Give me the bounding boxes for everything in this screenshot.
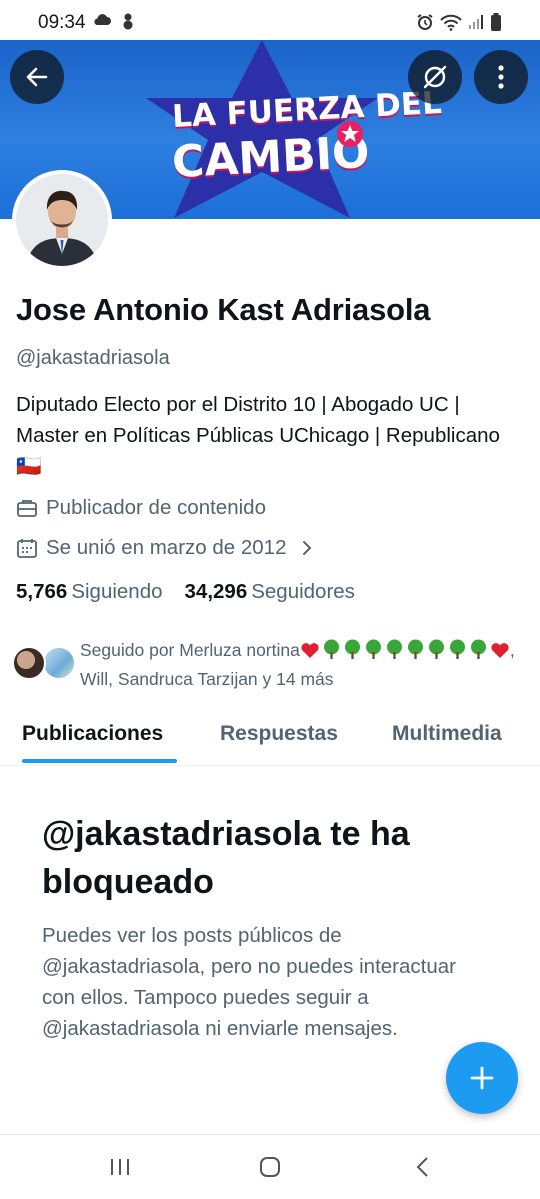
status-left-icons [92, 12, 136, 30]
active-tab-indicator [22, 759, 177, 763]
followed-by-text: Seguido por Merluza nortina, Will, Sandr… [80, 636, 532, 694]
alarm-icon [417, 14, 433, 30]
status-time: 09:34 [38, 12, 86, 33]
system-nav-bar [0, 1134, 540, 1199]
briefcase-icon [17, 500, 37, 517]
plus-icon [470, 1066, 494, 1090]
followers-label: Seguidores [251, 580, 355, 603]
avatar-photo [16, 174, 108, 266]
tree-icon [470, 639, 486, 659]
following-link[interactable]: 5,766 Siguiendo [16, 580, 163, 603]
following-label: Siguiendo [71, 580, 163, 603]
back-nav-icon[interactable] [412, 1155, 436, 1179]
followed-by-prefix: Seguido por Merluza nortina [80, 640, 300, 660]
blocked-title: @jakastadriasola te ha bloqueado [42, 815, 410, 901]
back-button[interactable] [10, 50, 64, 104]
tree-icon [407, 639, 423, 659]
profile-avatar[interactable] [12, 170, 112, 270]
tab-respuestas[interactable]: Respuestas [220, 722, 338, 746]
follower-avatar [42, 646, 76, 680]
more-options-button[interactable] [474, 50, 528, 104]
followers-link[interactable]: 34,296 Seguidores [185, 580, 355, 603]
blocked-description: Puedes ver los posts públicos de @jakast… [42, 924, 456, 1040]
profile-name: Jose Antonio Kast Adriasola [16, 292, 431, 327]
arrow-left-icon [26, 67, 48, 87]
tree-icon [365, 639, 381, 659]
profile-category-row: Publicador de contenido [16, 496, 266, 520]
signal-icon [469, 15, 483, 29]
battery-icon [491, 13, 501, 31]
calendar-icon [17, 539, 37, 558]
followers-count: 34,296 [184, 580, 248, 603]
status-right-icons [416, 13, 502, 31]
tree-icon [344, 639, 360, 659]
snowman-icon [123, 13, 133, 30]
follower-avatar [12, 646, 46, 680]
status-bar: 09:34 [0, 0, 540, 40]
tree-icon [323, 639, 339, 659]
tree-icon [428, 639, 444, 659]
compose-button[interactable] [446, 1042, 518, 1114]
cloud-icon [94, 14, 111, 25]
person-photo-icon [16, 174, 108, 266]
profile-handle: @jakastadriasola [16, 347, 170, 369]
tree-icon [386, 639, 402, 659]
wifi-icon [440, 14, 462, 31]
profile-tabs: Publicaciones Respuestas Multimedia [0, 712, 540, 766]
followed-by-avatars [12, 646, 78, 680]
profile-bio: Diputado Electo por el Distrito 10 | Abo… [16, 393, 500, 478]
follow-stats: 5,766 Siguiendo 34,296 Seguidores [16, 580, 355, 604]
grok-icon [423, 65, 447, 89]
following-count: 5,766 [16, 580, 68, 603]
grok-button[interactable] [408, 50, 462, 104]
red-heart-icon [301, 643, 319, 658]
recent-apps-icon[interactable] [108, 1155, 132, 1179]
profile-joined-row[interactable]: Se unió en marzo de 2012 [16, 536, 314, 560]
more-vertical-icon [498, 65, 504, 89]
tab-multimedia[interactable]: Multimedia [392, 722, 502, 746]
profile-joined: Se unió en marzo de 2012 [46, 536, 287, 559]
tab-publicaciones[interactable]: Publicaciones [22, 722, 163, 746]
tree-icon [449, 639, 465, 659]
red-heart-icon [491, 643, 509, 658]
banner-star-icon [337, 121, 363, 147]
home-icon[interactable] [258, 1155, 282, 1179]
chevron-right-icon [303, 541, 312, 555]
profile-category: Publicador de contenido [46, 496, 266, 519]
